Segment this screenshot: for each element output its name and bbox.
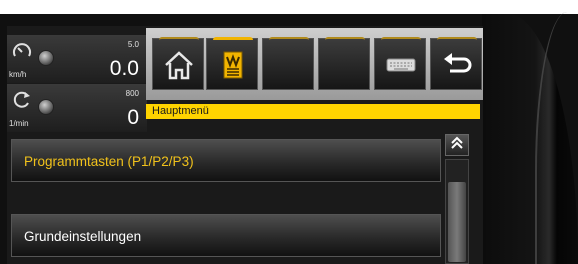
toolbar-slot-3[interactable]	[262, 37, 314, 90]
rpm-unit: 1/min	[9, 119, 29, 128]
toolbar	[146, 28, 483, 100]
speed-unit: km/h	[9, 70, 27, 79]
double-chevron-up-icon	[449, 136, 465, 154]
keyboard-button[interactable]	[374, 37, 426, 90]
rpm-indicator-light	[38, 99, 54, 115]
speed-value: 0.0	[109, 57, 139, 80]
menu-item-programmtasten[interactable]: Programmtasten (P1/P2/P3)	[11, 139, 441, 182]
rpm-icon	[11, 90, 33, 112]
speed-max: 5.0	[127, 40, 139, 49]
scrollbar-track[interactable]	[445, 159, 469, 264]
speed-gauge: km/h 5.0 0.0	[7, 35, 147, 83]
rpm-gauge: 1/min 800 0	[7, 84, 147, 132]
rpm-max: 800	[125, 89, 139, 98]
status-bar-title: Hauptmenü	[146, 104, 480, 119]
speedometer-icon	[11, 41, 33, 63]
scroll-up-button[interactable]	[445, 134, 469, 156]
main-menu-button[interactable]	[206, 37, 258, 90]
display-screen: km/h 5.0 0.0 1/min 800 0 Hauptmenü Progr…	[7, 26, 483, 264]
rpm-value: 0	[127, 106, 139, 129]
home-button[interactable]	[152, 37, 204, 90]
back-button[interactable]	[430, 37, 482, 90]
speed-indicator-light	[38, 50, 54, 66]
toolbar-slot-4[interactable]	[318, 37, 370, 90]
scrollbar-thumb[interactable]	[448, 182, 466, 262]
menu-item-grundeinstellungen[interactable]: Grundeinstellungen	[11, 214, 441, 257]
